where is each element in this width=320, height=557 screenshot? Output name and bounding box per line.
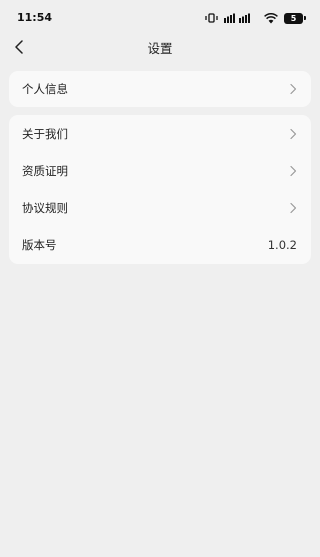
version-label: 版本号	[22, 237, 57, 252]
settings-item-personal-info[interactable]: 个人信息	[9, 71, 311, 107]
status-icons: 5	[205, 11, 306, 25]
signal-icon	[224, 13, 250, 23]
status-bar: 11:54 5	[0, 0, 320, 36]
status-time: 11:54	[17, 11, 53, 24]
settings-item-agreements[interactable]: 协议规则	[9, 189, 311, 226]
settings-item-label: 个人信息	[22, 82, 68, 96]
chevron-right-icon	[290, 202, 297, 213]
settings-item-label: 关于我们	[22, 126, 68, 141]
nav-bar: 设置	[0, 36, 320, 58]
settings-item-version: 版本号 1.0.2	[9, 226, 311, 263]
vibrate-icon	[205, 13, 218, 23]
version-value: 1.0.2	[267, 237, 297, 252]
battery-icon: 5	[284, 12, 306, 24]
chevron-right-icon	[290, 128, 297, 139]
settings-item-label: 资质证明	[22, 163, 68, 178]
wifi-icon	[264, 12, 278, 23]
battery-level: 5	[290, 13, 297, 23]
settings-card-personal: 个人信息	[9, 71, 311, 107]
settings-item-about-us[interactable]: 关于我们	[9, 115, 311, 152]
settings-item-label: 协议规则	[22, 200, 68, 215]
settings-card-about: 关于我们 资质证明 协议规则 版本号 1.0.2	[9, 115, 311, 264]
settings-item-qualifications[interactable]: 资质证明	[9, 152, 311, 189]
chevron-right-icon	[290, 165, 297, 176]
page-title: 设置	[147, 41, 173, 56]
chevron-right-icon	[290, 83, 297, 95]
